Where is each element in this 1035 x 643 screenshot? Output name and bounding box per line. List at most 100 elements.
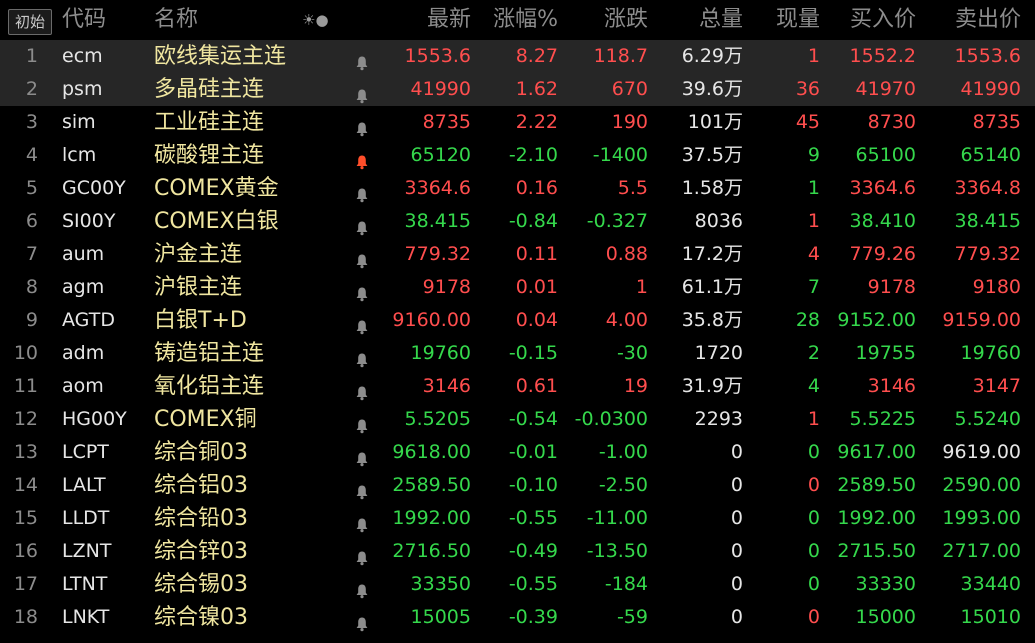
- total-volume: 6.29万: [681, 45, 743, 67]
- bell-icon[interactable]: [354, 445, 370, 467]
- bid-price: 38.410: [849, 210, 916, 232]
- header-current[interactable]: 现量: [776, 0, 820, 40]
- table-row[interactable]: 15 LLDT 综合铅03 1992.00 -0.55 -11.00 0 0 1992.00 19…: [0, 502, 1035, 535]
- bid-price: 1992.00: [837, 507, 916, 529]
- change-amount: -11.00: [586, 507, 648, 529]
- bell-icon[interactable]: [354, 544, 370, 566]
- table-row[interactable]: 7 aum 沪金主连 779.32 0.11 0.88 17.2万 4 779.26 779.32: [0, 238, 1035, 271]
- current-volume: 0: [807, 474, 820, 496]
- bell-icon[interactable]: [354, 181, 370, 203]
- ask-price: 5.5240: [954, 408, 1021, 430]
- change-percent: -0.54: [508, 408, 558, 430]
- table-row[interactable]: 12 HG00Y COMEX铜 5.5205 -0.54 -0.0300 2293 1 5.52…: [0, 403, 1035, 436]
- total-volume: 101万: [687, 111, 743, 133]
- symbol-name: 综合镍03: [154, 605, 248, 630]
- total-volume: 0: [730, 474, 743, 496]
- bid-price: 1552.2: [849, 45, 916, 67]
- last-price: 2716.50: [392, 540, 471, 562]
- table-row[interactable]: 2 psm 多晶硅主连 41990 1.62 670 39.6万 36 41970 41990: [0, 73, 1035, 106]
- last-price: 1553.6: [404, 45, 471, 67]
- change-percent: -0.01: [508, 441, 558, 463]
- symbol-name: 综合锌03: [154, 539, 248, 564]
- bell-icon[interactable]: [354, 577, 370, 599]
- table-row[interactable]: 6 SI00Y COMEX白银 38.415 -0.84 -0.327 8036 1 38.41…: [0, 205, 1035, 238]
- table-row[interactable]: 5 GC00Y COMEX黄金 3364.6 0.16 5.5 1.58万 1 3364.6 33…: [0, 172, 1035, 205]
- header-code[interactable]: 代码: [62, 0, 106, 40]
- init-button[interactable]: 初始: [8, 9, 52, 35]
- bell-icon[interactable]: [354, 280, 370, 302]
- table-row[interactable]: 16 LZNT 综合锌03 2716.50 -0.49 -13.50 0 0 2715.50 27…: [0, 535, 1035, 568]
- table-row[interactable]: 3 sim 工业硅主连 8735 2.22 190 101万 45 8730 8735: [0, 106, 1035, 139]
- header-last[interactable]: 最新: [427, 0, 471, 40]
- ask-price: 19760: [960, 342, 1021, 364]
- ask-price: 65140: [960, 144, 1021, 166]
- table-row[interactable]: 1 ecm 欧线集运主连 1553.6 8.27 118.7 6.29万 1 1552.2 155…: [0, 40, 1035, 73]
- row-number: 8: [25, 276, 38, 298]
- header-volume[interactable]: 总量: [699, 0, 743, 40]
- last-price: 65120: [410, 144, 471, 166]
- current-volume: 7: [807, 276, 820, 298]
- ask-price: 33440: [960, 573, 1021, 595]
- last-price: 1992.00: [392, 507, 471, 529]
- table-row[interactable]: 13 LCPT 综合铜03 9618.00 -0.01 -1.00 0 0 9617.00 961…: [0, 436, 1035, 469]
- bell-icon[interactable]: [354, 313, 370, 335]
- bell-icon[interactable]: [354, 478, 370, 500]
- table-row[interactable]: 17 LTNT 综合锡03 33350 -0.55 -184 0 0 33330 33440: [0, 568, 1035, 601]
- row-number: 2: [25, 78, 38, 100]
- change-amount: 4.00: [605, 309, 648, 331]
- header-pct[interactable]: 涨幅%: [493, 0, 558, 40]
- table-row[interactable]: 10 adm 铸造铝主连 19760 -0.15 -30 1720 2 19755 19760: [0, 337, 1035, 370]
- bell-icon[interactable]: [354, 346, 370, 368]
- last-price: 3146: [422, 375, 471, 397]
- table-row[interactable]: 4 lcm 碳酸锂主连 65120 -2.10 -1400 37.5万 9 65100 65140: [0, 139, 1035, 172]
- bell-icon[interactable]: [354, 247, 370, 269]
- bid-price: 9178: [867, 276, 916, 298]
- ask-price: 15010: [960, 606, 1021, 628]
- symbol-name: 铸造铝主连: [154, 341, 265, 366]
- bell-icon[interactable]: [354, 412, 370, 434]
- change-percent: 0.11: [515, 243, 558, 265]
- bid-price: 9152.00: [837, 309, 916, 331]
- total-volume: 0: [730, 507, 743, 529]
- symbol-name: 工业硅主连: [154, 110, 265, 135]
- last-price: 33350: [410, 573, 471, 595]
- last-price: 15005: [410, 606, 471, 628]
- bell-icon[interactable]: [354, 610, 370, 632]
- symbol-code: aom: [62, 375, 104, 397]
- current-volume: 45: [795, 111, 820, 133]
- bell-icon[interactable]: [354, 148, 370, 170]
- row-number: 13: [13, 441, 38, 463]
- header-change[interactable]: 涨跌: [604, 0, 648, 40]
- table-row[interactable]: 18 LNKT 综合镍03 15005 -0.39 -59 0 0 15000 15010: [0, 601, 1035, 634]
- change-percent: -0.10: [508, 474, 558, 496]
- last-price: 3364.6: [404, 177, 471, 199]
- symbol-code: LLDT: [62, 507, 110, 529]
- table-row[interactable]: 9 AGTD 白银T+D 9160.00 0.04 4.00 35.8万 28 9152.00 9…: [0, 304, 1035, 337]
- symbol-code: LTNT: [62, 573, 108, 595]
- symbol-code: adm: [62, 342, 105, 364]
- current-volume: 4: [807, 243, 820, 265]
- table-row[interactable]: 8 agm 沪银主连 9178 0.01 1 61.1万 7 9178 9180: [0, 271, 1035, 304]
- ask-price: 3147: [972, 375, 1021, 397]
- row-number: 18: [13, 606, 38, 628]
- header-bid[interactable]: 买入价: [850, 0, 916, 40]
- bell-icon[interactable]: [354, 115, 370, 137]
- symbol-code: sim: [62, 111, 96, 133]
- bid-price: 41970: [855, 78, 916, 100]
- last-price: 2589.50: [392, 474, 471, 496]
- change-percent: -0.55: [508, 507, 558, 529]
- table-row[interactable]: 14 LALT 综合铝03 2589.50 -0.10 -2.50 0 0 2589.50 259…: [0, 469, 1035, 502]
- change-amount: -59: [616, 606, 648, 628]
- change-percent: 0.61: [515, 375, 558, 397]
- bell-icon[interactable]: [354, 82, 370, 104]
- change-amount: -1.00: [598, 441, 648, 463]
- table-row[interactable]: 11 aom 氧化铝主连 3146 0.61 19 31.9万 4 3146 3147: [0, 370, 1035, 403]
- bell-icon[interactable]: [354, 379, 370, 401]
- header-ask[interactable]: 卖出价: [955, 0, 1021, 40]
- current-volume: 9: [807, 144, 820, 166]
- header-name[interactable]: 名称: [154, 0, 198, 40]
- bell-icon[interactable]: [354, 49, 370, 71]
- column-settings-icon[interactable]: ☀●: [302, 0, 329, 40]
- bell-icon[interactable]: [354, 214, 370, 236]
- bell-icon[interactable]: [354, 511, 370, 533]
